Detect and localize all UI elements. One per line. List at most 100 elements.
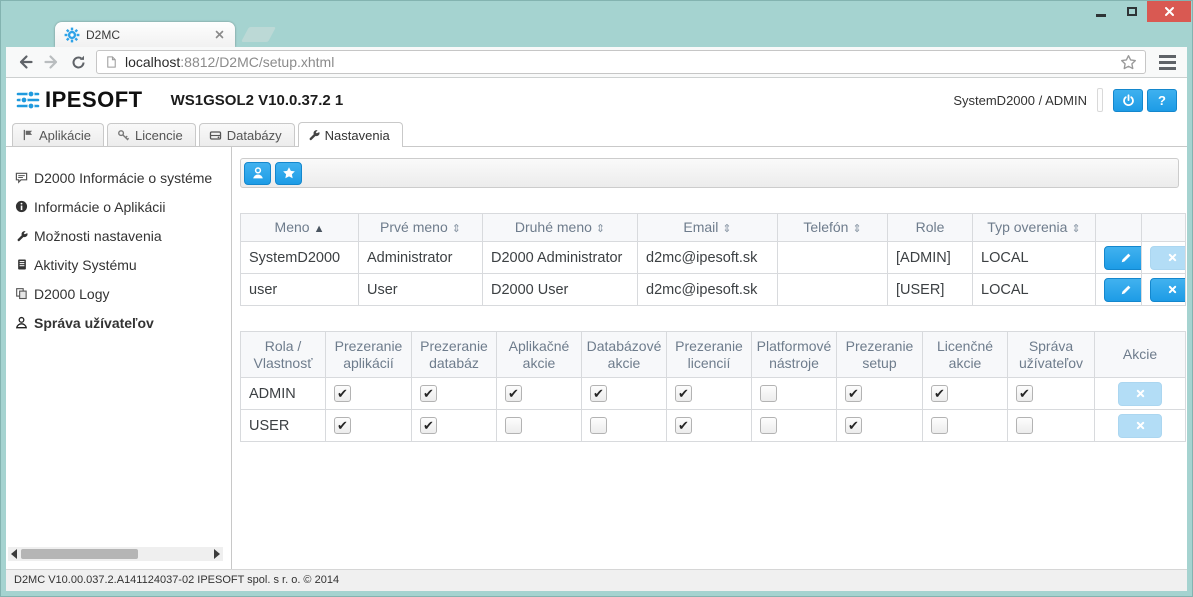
gear-favicon-icon: [64, 27, 80, 43]
cell-middle-name: D2000 User: [483, 274, 638, 306]
x-icon: [1167, 252, 1178, 263]
forward-button[interactable]: [38, 49, 65, 76]
checkbox[interactable]: [1016, 417, 1033, 434]
col-prve-meno[interactable]: Prvé meno⇕: [359, 214, 483, 242]
page-icon: [105, 55, 118, 69]
app-header: IPESOFT WS1GSOL2 V10.0.37.2 1 SystemD200…: [6, 78, 1187, 122]
sidebar-item-d2000-informacie[interactable]: D2000 Informácie o systéme: [14, 163, 231, 192]
role-row: ADMIN ✔ ✔ ✔ ✔ ✔ ✔ ✔ ✔: [241, 378, 1186, 410]
checkbox[interactable]: ✔: [505, 385, 522, 402]
close-icon: [1164, 6, 1175, 17]
checkbox[interactable]: ✔: [1016, 385, 1033, 402]
scrollbar-thumb[interactable]: [21, 549, 138, 559]
checkbox[interactable]: ✔: [845, 417, 862, 434]
tab-databazy[interactable]: Databázy: [199, 123, 295, 146]
pencil-icon: [1120, 252, 1132, 264]
sidebar-item-informacie-aplikacii[interactable]: Informácie o Aplikácii: [14, 192, 231, 221]
address-bar[interactable]: localhost:8812/D2MC/setup.xhtml: [96, 50, 1146, 74]
x-icon: [1167, 284, 1178, 295]
help-button[interactable]: ?: [1147, 89, 1177, 112]
delete-role-button[interactable]: [1118, 414, 1162, 438]
user-icon: [251, 166, 265, 180]
tab-licencie[interactable]: Licencie: [107, 123, 196, 146]
checkbox[interactable]: ✔: [590, 385, 607, 402]
delete-user-button[interactable]: [1150, 278, 1186, 302]
col-telefon[interactable]: Telefón⇕: [778, 214, 888, 242]
star-icon: [282, 166, 296, 180]
col-druhe-meno[interactable]: Druhé meno⇕: [483, 214, 638, 242]
scroll-left-arrow[interactable]: [11, 549, 17, 559]
cell-role-name: USER: [241, 410, 326, 442]
flag-icon: [22, 129, 34, 141]
header-right: SystemD2000 / ADMIN ?: [953, 88, 1177, 112]
checkbox[interactable]: ✔: [675, 385, 692, 402]
header-divider-button[interactable]: [1097, 88, 1103, 112]
new-tab-button[interactable]: [241, 27, 276, 42]
x-icon: [1135, 388, 1146, 399]
sidebar-item-label: Informácie o Aplikácii: [34, 199, 166, 215]
role-row: USER ✔ ✔ ✔ ✔: [241, 410, 1186, 442]
col-akcie: Akcie: [1095, 332, 1186, 378]
col-rola-vlastnost: Rola / Vlastnosť: [241, 332, 326, 378]
add-user-button[interactable]: [244, 162, 271, 185]
checkbox[interactable]: [760, 417, 777, 434]
tab-label: Aplikácie: [39, 128, 91, 143]
tab-nastavenia[interactable]: Nastavenia: [298, 122, 403, 147]
checkbox[interactable]: ✔: [334, 385, 351, 402]
database-icon: [209, 129, 222, 142]
checkbox[interactable]: [931, 417, 948, 434]
col-email[interactable]: Email⇕: [638, 214, 778, 242]
cell-middle-name: D2000 Administrator: [483, 242, 638, 274]
comment-icon: [14, 171, 29, 184]
power-icon: [1122, 94, 1135, 107]
tab-aplikacie[interactable]: Aplikácie: [12, 123, 104, 146]
checkbox[interactable]: ✔: [931, 385, 948, 402]
refresh-button[interactable]: [65, 49, 92, 76]
sidebar-item-aktivity-systemu[interactable]: Aktivity Systému: [14, 250, 231, 279]
edit-user-button[interactable]: [1104, 246, 1142, 270]
checkbox[interactable]: [590, 417, 607, 434]
col-role: Role: [888, 214, 973, 242]
col-meno[interactable]: Meno▲: [241, 214, 359, 242]
sort-icon: ⇕: [852, 223, 861, 235]
maximize-button[interactable]: [1116, 1, 1147, 22]
browser-tab[interactable]: D2MC: [55, 22, 235, 47]
sidebar-item-d2000-logy[interactable]: D2000 Logy: [14, 279, 231, 308]
delete-user-button[interactable]: [1150, 246, 1186, 270]
checkbox[interactable]: ✔: [334, 417, 351, 434]
checkbox[interactable]: ✔: [675, 417, 692, 434]
checkbox[interactable]: ✔: [420, 417, 437, 434]
sidebar-horizontal-scrollbar: [8, 547, 223, 561]
cell-phone: [778, 242, 888, 274]
delete-role-button[interactable]: [1118, 382, 1162, 406]
checkbox[interactable]: ✔: [420, 385, 437, 402]
minimize-button[interactable]: [1085, 1, 1116, 22]
checkbox[interactable]: ✔: [845, 385, 862, 402]
browser-window: D2MC localhost:8812/D2MC/setup.xhtml: [0, 0, 1193, 597]
col-databazove-akcie: Databázové akcie: [582, 332, 667, 378]
sidebar-item-label: Aktivity Systému: [34, 257, 137, 273]
checkbox[interactable]: [505, 417, 522, 434]
user-row: user User D2000 User d2mc@ipesoft.sk [US…: [241, 274, 1186, 306]
col-platformove-nastroje: Platformové nástroje: [752, 332, 837, 378]
sidebar-item-moznosti-nastavenia[interactable]: Možnosti nastavenia: [14, 221, 231, 250]
roles-button[interactable]: [275, 162, 302, 185]
scroll-right-arrow[interactable]: [214, 549, 220, 559]
tab-close-button[interactable]: [212, 28, 226, 42]
bookmark-star-button[interactable]: [1120, 54, 1137, 71]
col-sprava-uzivatelov: Správa užívateľov: [1008, 332, 1095, 378]
logged-in-user: SystemD2000 / ADMIN: [953, 93, 1087, 108]
back-button[interactable]: [11, 49, 38, 76]
col-typ-overenia[interactable]: Typ overenia⇕: [973, 214, 1096, 242]
cell-email: d2mc@ipesoft.sk: [638, 274, 778, 306]
logout-button[interactable]: [1113, 89, 1143, 112]
url-text: localhost:8812/D2MC/setup.xhtml: [125, 54, 334, 70]
edit-user-button[interactable]: [1104, 278, 1142, 302]
checkbox[interactable]: [760, 385, 777, 402]
browser-menu-button[interactable]: [1152, 49, 1182, 75]
sidebar-item-sprava-uzivatelov[interactable]: Správa užívateľov: [14, 308, 231, 337]
close-button[interactable]: [1147, 1, 1191, 22]
col-delete: [1142, 214, 1186, 242]
refresh-icon: [70, 54, 87, 71]
browser-tab-title: D2MC: [86, 28, 120, 42]
